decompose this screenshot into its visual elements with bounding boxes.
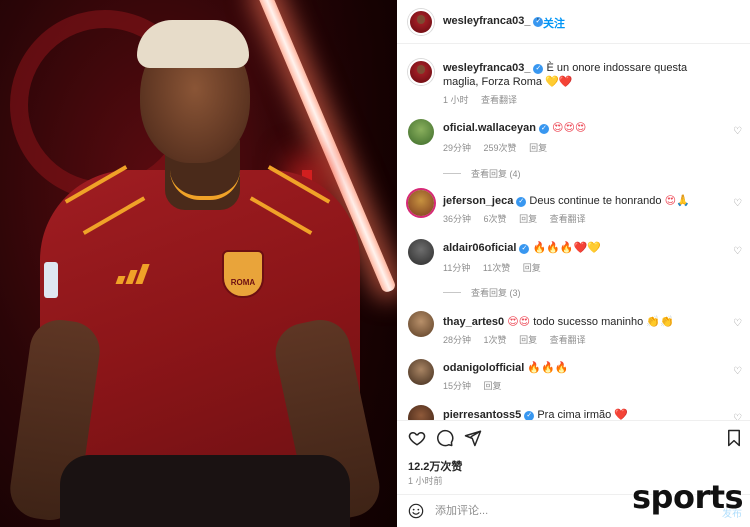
like-comment-heart-icon[interactable]: ♡ <box>733 319 743 329</box>
comment-text: odanigolofficial 🔥🔥🔥 <box>443 361 726 375</box>
emoji: 🙏 <box>676 195 690 207</box>
caption-avatar[interactable] <box>408 59 434 85</box>
comment-text: aldair06oficial ✓ 🔥🔥🔥❤️💛 <box>443 241 726 255</box>
crest-text: ROMA <box>230 278 256 287</box>
brand-logo <box>115 262 151 284</box>
emoji: 👏👏 <box>646 316 674 328</box>
emoji: ❤️ <box>614 409 629 420</box>
comment-likes[interactable]: 1次赞 <box>484 335 507 345</box>
comment-time: 29分钟 <box>443 143 472 153</box>
post-panel: wesleyfranca03_ ✓ · 关注 wesleyfranca03_ ✓ È… <box>397 0 750 527</box>
emoji: 💛 <box>545 76 559 88</box>
comment-text: jeferson_jeca ✓ Deus continue te honrando… <box>443 194 726 208</box>
comment-username[interactable]: pierresantoss5 <box>443 409 521 420</box>
post-time: 1 小时前 <box>408 476 443 486</box>
emoji: 😍😍 <box>507 316 531 328</box>
comment-icon[interactable] <box>436 429 454 447</box>
comment-meta: 36分钟 6次赞 回复 查看翻译 <box>443 212 596 225</box>
legs <box>60 455 350 527</box>
comment-time: 28分钟 <box>443 335 472 345</box>
sports-watermark: sports <box>632 478 744 516</box>
commenter-avatar[interactable] <box>408 119 434 145</box>
emoji: ❤️ <box>573 242 588 254</box>
emoji: 🔥🔥🔥 <box>527 362 569 374</box>
emoji-icon[interactable] <box>408 503 424 519</box>
verified-icon: ✓ <box>533 64 544 74</box>
comment-text: oficial.wallaceyan ✓ 😍😍😍 <box>443 121 726 135</box>
separator-dot: · <box>536 13 540 25</box>
comment-time: 11分钟 <box>443 263 471 273</box>
post-header: wesleyfranca03_ ✓ · 关注 <box>397 0 750 44</box>
view-replies-button[interactable]: 查看回复 (3) <box>443 286 521 299</box>
comment-username[interactable]: thay_artes0 <box>443 316 504 328</box>
like-comment-heart-icon[interactable]: ♡ <box>733 199 743 209</box>
commenter-avatar[interactable] <box>408 190 434 216</box>
comment-text: pierresantoss5 ✓ Pra cima irmão ❤️ <box>443 408 726 420</box>
comment-username[interactable]: odanigolofficial <box>443 362 524 374</box>
emoji: 🔥🔥🔥 <box>532 242 574 254</box>
player-hair <box>137 20 249 68</box>
see-translation-link[interactable]: 查看翻译 <box>481 95 517 105</box>
verified-icon: ✓ <box>524 411 535 420</box>
comment-meta: 29分钟 259次赞 回复 <box>443 141 557 154</box>
club-crest: ROMA <box>222 250 264 298</box>
reply-button[interactable]: 回复 <box>484 381 502 391</box>
comment-username[interactable]: oficial.wallaceyan <box>443 122 536 134</box>
comment-meta: 15分钟 回复 <box>443 379 512 392</box>
reply-button[interactable]: 回复 <box>519 214 537 224</box>
caption-time: 1 小时 <box>443 95 469 105</box>
bookmark-icon[interactable] <box>725 429 743 447</box>
see-translation-link[interactable]: 查看翻译 <box>550 214 586 224</box>
emoji: 😍😍😍 <box>552 122 587 134</box>
view-replies-button[interactable]: 查看回复 (4) <box>443 167 521 180</box>
commenter-avatar[interactable] <box>408 239 434 265</box>
heart-icon[interactable] <box>408 429 426 447</box>
reply-button[interactable]: 回复 <box>519 335 537 345</box>
like-comment-heart-icon[interactable]: ♡ <box>733 127 743 137</box>
emoji: ❤️ <box>558 76 573 88</box>
comment-likes[interactable]: 11次赞 <box>483 263 510 273</box>
share-icon[interactable] <box>464 429 482 447</box>
comment-likes[interactable]: 6次赞 <box>484 214 507 224</box>
author-username[interactable]: wesleyfranca03_ ✓ <box>443 15 544 27</box>
comment-time: 36分钟 <box>443 214 472 224</box>
likes-count[interactable]: 12.2万次赞 <box>408 458 462 474</box>
reply-button[interactable]: 回复 <box>523 263 541 273</box>
verified-icon: ✓ <box>519 244 530 254</box>
follow-button[interactable]: 关注 <box>543 15 565 31</box>
caption-username[interactable]: wesleyfranca03_ <box>443 62 530 74</box>
like-comment-heart-icon[interactable]: ♡ <box>733 367 743 377</box>
author-avatar[interactable] <box>408 9 434 35</box>
verified-icon: ✓ <box>516 197 527 207</box>
post-photo[interactable]: ROMA <box>0 0 397 527</box>
comment-body: Deus continue te honrando <box>529 195 662 207</box>
comment-meta: 28分钟 1次赞 回复 查看翻译 <box>443 333 596 346</box>
comment-text: thay_artes0 😍😍 todo sucesso maninho 👏👏 <box>443 315 726 329</box>
caption-text: wesleyfranca03_ ✓ È un onore indossare qu… <box>443 61 720 89</box>
commenter-avatar[interactable] <box>408 311 434 337</box>
commenter-avatar[interactable] <box>408 405 434 420</box>
comment-body: todo sucesso maninho <box>533 316 644 328</box>
comment-time: 15分钟 <box>443 381 472 391</box>
comment-likes[interactable]: 259次赞 <box>484 143 517 153</box>
emoji: 😍 <box>664 195 677 207</box>
see-translation-link[interactable]: 查看翻译 <box>550 335 586 345</box>
like-comment-heart-icon[interactable]: ♡ <box>733 247 743 257</box>
comment-username[interactable]: aldair06oficial <box>443 242 516 254</box>
sleeve-patch <box>44 262 58 298</box>
caption-meta: 1 小时 查看翻译 <box>443 93 527 106</box>
comment-username[interactable]: jeferson_jeca <box>443 195 513 207</box>
action-bar <box>397 420 750 450</box>
comment-body: Pra cima irmão <box>537 409 612 420</box>
emoji: 💛 <box>587 242 601 254</box>
reply-button[interactable]: 回复 <box>529 143 547 153</box>
verified-icon: ✓ <box>538 124 549 134</box>
comments-list[interactable]: wesleyfranca03_ ✓ È un onore indossare qu… <box>397 45 750 420</box>
commenter-avatar[interactable] <box>408 359 434 385</box>
comment-meta: 11分钟 11次赞 回复 <box>443 261 551 274</box>
